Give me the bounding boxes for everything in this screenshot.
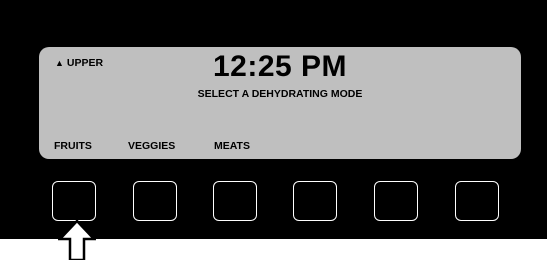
soft-button-6[interactable] [455, 181, 499, 221]
soft-button-3[interactable] [213, 181, 257, 221]
soft-button-1[interactable] [52, 181, 96, 221]
lcd-display: ▲ UPPER 12:25 PM SELECT A DEHYDRATING MOD… [39, 47, 521, 159]
soft-button-5[interactable] [374, 181, 418, 221]
up-arrow-icon [58, 220, 96, 260]
soft-label-fruits: FRUITS [54, 140, 92, 152]
soft-label-meats: MEATS [214, 140, 250, 152]
soft-button-2[interactable] [133, 181, 177, 221]
control-panel: ▲ UPPER 12:25 PM SELECT A DEHYDRATING MOD… [0, 0, 547, 239]
clock-time: 12:25 PM [212, 50, 348, 83]
instruction-text: SELECT A DEHYDRATING MODE [197, 88, 363, 100]
soft-button-4[interactable] [293, 181, 337, 221]
soft-label-veggies: VEGGIES [128, 140, 176, 152]
